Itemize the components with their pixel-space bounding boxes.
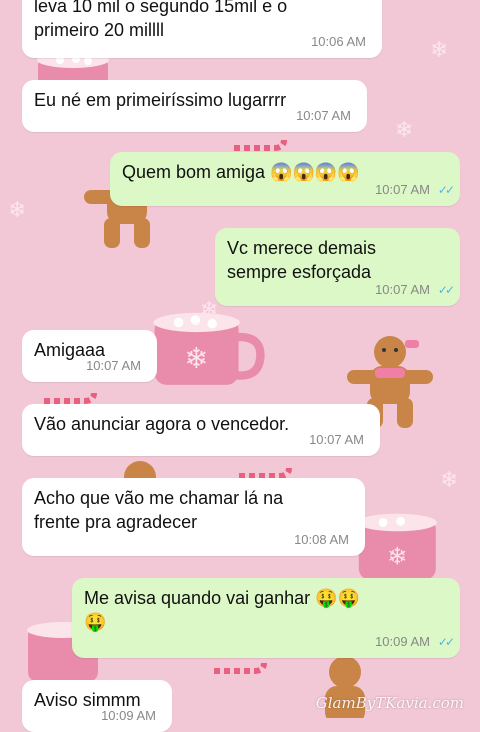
svg-text:❄: ❄ [185, 341, 209, 375]
double-check-icon: ✓✓ [437, 183, 455, 197]
message-time: 10:09 AM [375, 634, 430, 649]
message-bubble-incoming[interactable]: Aviso simmm 10:09 AM [22, 680, 172, 732]
cocoa-cup-icon: ❄ [153, 312, 265, 385]
message-text: Me avisa quando vai ganhar 🤑🤑 🤑 [84, 588, 360, 632]
message-time: 10:07 AM [375, 182, 430, 197]
message-time: 10:07 AM [309, 432, 364, 447]
watermark: GlamByTKavia.com [315, 694, 464, 712]
svg-text:❄: ❄ [387, 542, 407, 570]
message-bubble-incoming[interactable]: Amigaaa 10:07 AM [22, 330, 157, 382]
message-bubble-outgoing[interactable]: Me avisa quando vai ganhar 🤑🤑 🤑 10:09 AM… [72, 578, 460, 658]
snowflake-icon: ❄ [430, 38, 449, 63]
candy-cane-icon [239, 467, 292, 479]
snowflake-icon: ❄ [395, 118, 414, 143]
double-check-icon: ✓✓ [437, 635, 455, 649]
message-bubble-outgoing[interactable]: Vc merece demais sempre esforçada 10:07 … [215, 228, 460, 306]
message-bubble-outgoing[interactable]: Quem bom amiga 😱😱😱😱 10:07 AM ✓✓ [110, 152, 460, 206]
message-time: 10:08 AM [294, 532, 349, 547]
message-text: Vc merece demais sempre esforçada [227, 238, 377, 282]
message-time: 10:06 AM [311, 34, 366, 49]
message-time: 10:07 AM [375, 282, 430, 297]
message-time: 10:07 AM [86, 358, 141, 373]
message-bubble-incoming[interactable]: Eu né em primeiríssimo lugarrrr 10:07 AM [22, 80, 367, 132]
message-bubble-incoming[interactable]: Acho que vão me chamar lá na frente pra … [22, 478, 365, 556]
snowflake-icon: ❄ [8, 198, 27, 223]
message-bubble-incoming[interactable]: Vão anunciar agora o vencedor. 10:07 AM [22, 404, 380, 456]
message-time: 10:09 AM [101, 708, 156, 723]
candy-cane-icon [234, 139, 287, 151]
double-check-icon: ✓✓ [437, 283, 455, 297]
candy-cane-icon [44, 392, 97, 404]
candy-cane-icon [214, 662, 267, 674]
message-time: 10:07 AM [296, 108, 351, 123]
message-bubble-incoming[interactable]: leva 10 mil o segundo 15mil e o primeiro… [22, 0, 382, 58]
message-text: Acho que vão me chamar lá na frente pra … [34, 488, 284, 532]
snowflake-icon: ❄ [440, 468, 459, 493]
